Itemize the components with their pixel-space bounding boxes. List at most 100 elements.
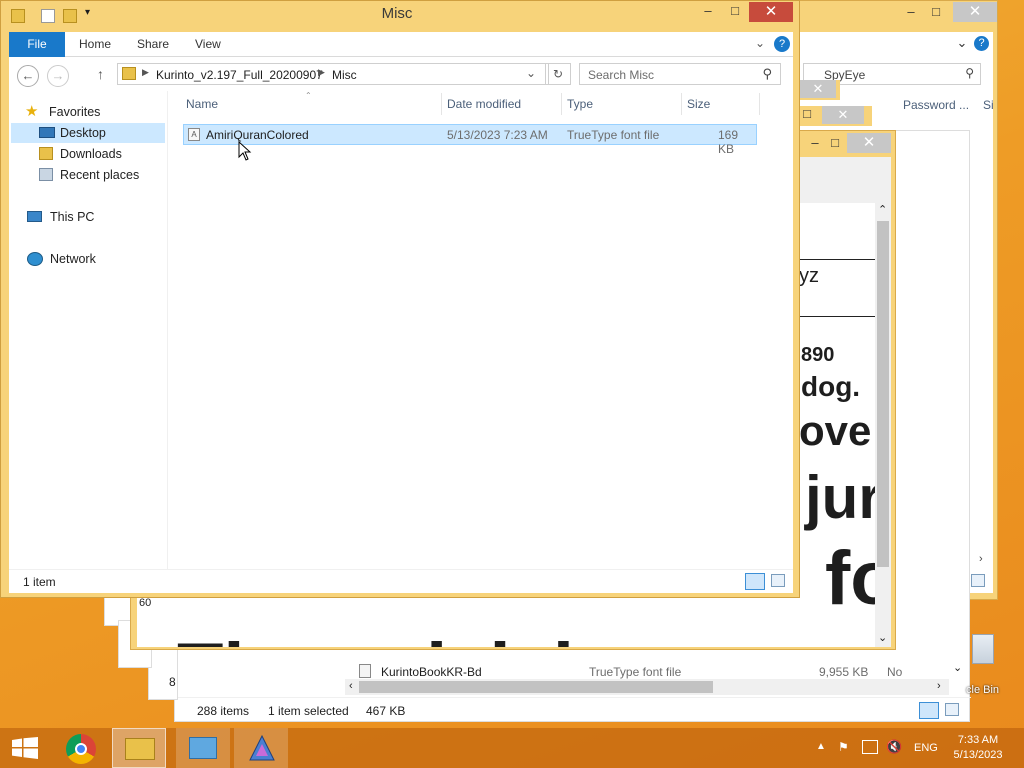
maximize-button[interactable]: □ bbox=[926, 2, 946, 22]
nav-label: Desktop bbox=[60, 126, 106, 140]
preview-sample-24: dog. bbox=[801, 371, 861, 402]
scroll-left-arrow[interactable]: ‹ bbox=[349, 680, 353, 692]
vertical-scrollbar[interactable]: ⌃ ⌄ bbox=[875, 203, 891, 647]
back-button[interactable]: ← bbox=[17, 65, 39, 87]
file-row[interactable]: KurintoBookKR-Bd TrueType font file 9,95… bbox=[359, 661, 919, 681]
file-row-selected[interactable]: A AmiriQuranColored 5/13/2023 7:23 AM Tr… bbox=[183, 124, 757, 156]
scroll-down-arrow[interactable]: ⌄ bbox=[878, 631, 887, 644]
star-icon: ★ bbox=[25, 103, 39, 120]
tab-file[interactable]: File bbox=[9, 32, 65, 57]
column-divider[interactable] bbox=[441, 93, 442, 115]
tab-home[interactable]: Home bbox=[79, 32, 111, 57]
breadcrumb-item-kurinto[interactable]: Kurinto_v2.197_Full_20200907 bbox=[156, 68, 323, 82]
column-divider[interactable] bbox=[561, 93, 562, 115]
file-name: KurintoBookKR-Bd bbox=[381, 665, 482, 679]
horizontal-scrollbar[interactable]: ‹ › bbox=[345, 679, 949, 695]
scroll-right-arrow[interactable]: › bbox=[937, 680, 941, 692]
file-explorer-icon bbox=[125, 738, 155, 760]
taskbar-chrome[interactable] bbox=[54, 728, 108, 768]
scroll-up-arrow[interactable]: ⌃ bbox=[878, 203, 887, 216]
taskbar-file-explorer[interactable] bbox=[112, 728, 166, 768]
column-header-name[interactable]: Name bbox=[186, 97, 218, 111]
nav-label: Network bbox=[50, 252, 96, 266]
column-divider[interactable] bbox=[681, 93, 682, 115]
maximize-button[interactable]: □ bbox=[725, 1, 745, 21]
scrollbar-thumb[interactable] bbox=[877, 221, 889, 567]
file-name: AmiriQuranColored bbox=[206, 128, 309, 142]
preview-sample-72: The quick brown bbox=[177, 627, 781, 647]
taskbar-font-app[interactable] bbox=[234, 728, 288, 768]
minimize-button[interactable]: – bbox=[698, 1, 718, 21]
minimize-button[interactable]: – bbox=[807, 133, 823, 153]
control-panel-icon bbox=[189, 737, 217, 759]
column-header-size[interactable]: Size bbox=[687, 97, 710, 111]
close-button[interactable]: ✕ bbox=[847, 133, 891, 153]
breadcrumb-separator-icon: ▶ bbox=[318, 67, 325, 77]
address-bar[interactable]: ▶ Kurinto_v2.197_Full_20200907 ▶ Misc ⌄ bbox=[117, 63, 549, 85]
nav-item-desktop[interactable]: Desktop bbox=[11, 123, 165, 143]
column-header-size-partial[interactable]: Si bbox=[983, 98, 994, 112]
help-icon[interactable]: ? bbox=[774, 36, 790, 52]
font-app-icon bbox=[249, 734, 275, 761]
close-button[interactable]: ✕ bbox=[822, 106, 864, 124]
column-divider[interactable] bbox=[759, 93, 760, 115]
show-hidden-icons-button[interactable]: ▲ bbox=[816, 741, 826, 752]
details-view-button[interactable] bbox=[745, 573, 765, 590]
search-icon: ⚲ bbox=[762, 66, 772, 81]
refresh-button[interactable]: ↻ bbox=[545, 63, 571, 85]
status-size: 467 KB bbox=[366, 704, 406, 718]
clock[interactable]: 7:33 AM 5/13/2023 bbox=[950, 733, 1006, 763]
search-input[interactable]: Search Misc ⚲ bbox=[579, 63, 781, 85]
windows-logo-icon bbox=[12, 737, 38, 759]
taskbar-control-panel[interactable] bbox=[176, 728, 230, 768]
thumbnail-view-button[interactable] bbox=[945, 703, 959, 716]
preview-sample-60: fo bbox=[825, 536, 875, 621]
preview-sample-digits: 890 bbox=[801, 344, 835, 366]
file-extra: No bbox=[887, 665, 903, 679]
scrollbar-thumb[interactable] bbox=[359, 681, 713, 693]
thumbnail-view-button[interactable] bbox=[771, 574, 785, 587]
breadcrumb-separator-icon: ▶ bbox=[142, 67, 149, 77]
close-button[interactable]: ✕ bbox=[800, 80, 836, 98]
stacked-titlebar[interactable]: ✕ bbox=[800, 80, 840, 100]
maximize-button[interactable]: □ bbox=[827, 133, 843, 153]
language-indicator[interactable]: ENG bbox=[914, 742, 938, 754]
close-button[interactable]: ✕ bbox=[953, 2, 997, 22]
breadcrumb-item-misc[interactable]: Misc bbox=[332, 68, 357, 82]
scroll-right-arrow[interactable]: › bbox=[979, 553, 983, 565]
start-button[interactable] bbox=[0, 728, 54, 768]
scroll-down-arrow[interactable]: ⌄ bbox=[953, 661, 962, 674]
explorer-window-misc[interactable]: ▾ Misc – □ ✕ File Home Share View ⌄ ? ← … bbox=[0, 0, 800, 598]
clock-time: 7:33 AM bbox=[957, 734, 999, 746]
forward-button[interactable]: → bbox=[47, 65, 69, 87]
file-size: 169 KB bbox=[718, 128, 739, 156]
ribbon-expand-icon[interactable]: ⌄ bbox=[955, 33, 969, 53]
pane-divider[interactable] bbox=[167, 91, 168, 569]
tab-view[interactable]: View bbox=[195, 32, 221, 57]
status-bar: 288 items 1 item selected 467 KB bbox=[175, 697, 971, 723]
up-button[interactable]: ↑ bbox=[97, 66, 104, 82]
recycle-bin-shortcut[interactable]: cle Bin bbox=[966, 632, 1024, 698]
column-header-type[interactable]: Type bbox=[567, 97, 593, 111]
thumbnail-view-button[interactable] bbox=[971, 574, 985, 587]
file-type: TrueType font file bbox=[567, 128, 660, 142]
action-center-icon[interactable]: ⚑ bbox=[838, 740, 852, 754]
tab-share[interactable]: Share bbox=[137, 32, 169, 57]
maximize-button[interactable]: □ bbox=[800, 104, 814, 124]
nav-label: Recent places bbox=[60, 168, 140, 182]
taskbar: ▲ ⚑ 🔇 ENG 7:33 AM 5/13/2023 bbox=[0, 728, 1024, 768]
address-toolbar: ← → ↑ ▶ Kurinto_v2.197_Full_20200907 ▶ M… bbox=[9, 57, 793, 91]
details-view-button[interactable] bbox=[919, 702, 939, 719]
column-header-date-modified[interactable]: Date modified bbox=[447, 97, 521, 111]
minimize-button[interactable]: – bbox=[901, 2, 921, 22]
close-button[interactable]: ✕ bbox=[749, 2, 793, 22]
help-icon[interactable]: ? bbox=[974, 36, 989, 51]
recent-places-icon bbox=[39, 168, 53, 181]
address-dropdown-icon[interactable]: ⌄ bbox=[526, 66, 536, 80]
stacked-titlebar[interactable]: □ ✕ bbox=[800, 106, 872, 126]
column-header-password[interactable]: Password ... bbox=[903, 98, 969, 112]
ribbon-expand-icon[interactable]: ⌄ bbox=[755, 36, 765, 50]
network-tray-icon[interactable] bbox=[862, 740, 878, 754]
search-icon: ⚲ bbox=[965, 66, 974, 80]
volume-muted-icon[interactable]: 🔇 bbox=[886, 739, 902, 755]
